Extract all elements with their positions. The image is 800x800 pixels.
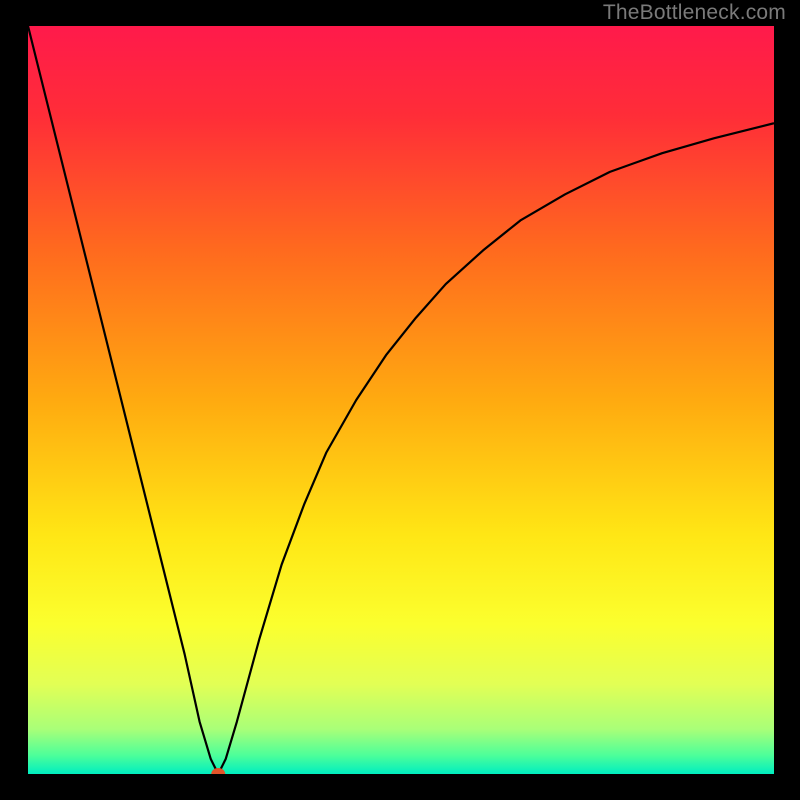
plot-area [28, 26, 774, 774]
chart-background [28, 26, 774, 774]
chart-frame: TheBottleneck.com [0, 0, 800, 800]
chart-svg [28, 26, 774, 774]
watermark-text: TheBottleneck.com [603, 1, 786, 25]
